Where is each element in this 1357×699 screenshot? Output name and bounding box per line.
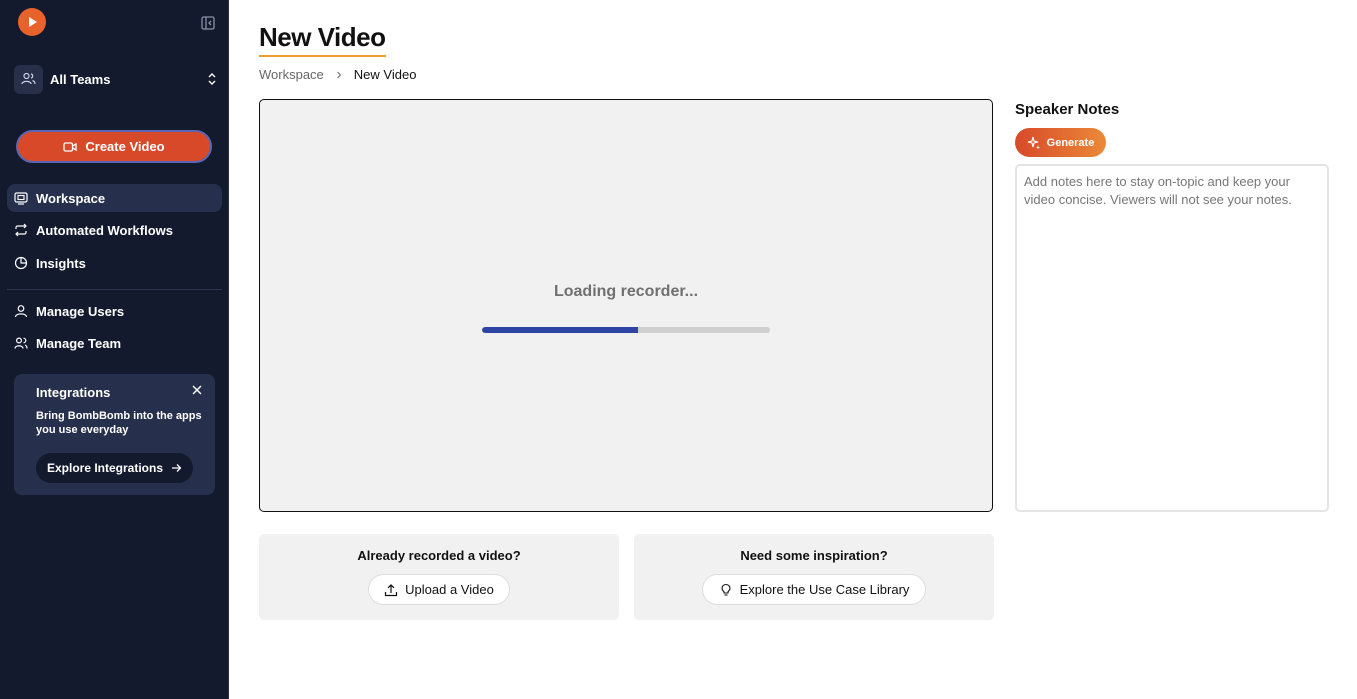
explore-integrations-button[interactable]: Explore Integrations <box>36 453 193 483</box>
sparkle-icon <box>1027 136 1040 149</box>
nav-item-insights[interactable]: Insights <box>7 249 222 277</box>
loading-progress-bar <box>482 327 770 333</box>
lightbulb-icon <box>721 583 731 596</box>
nav-label: Workspace <box>36 190 106 206</box>
logo-play-icon[interactable] <box>18 8 46 36</box>
nav-label: Manage Team <box>36 335 122 351</box>
explore-use-case-library-button[interactable]: Explore the Use Case Library <box>702 574 926 605</box>
nav-item-workspace[interactable]: Workspace <box>7 184 222 212</box>
chevron-right-icon <box>336 71 342 78</box>
video-camera-icon <box>63 141 78 152</box>
breadcrumb-current: New Video <box>353 67 417 82</box>
upload-video-label: Upload a Video <box>405 582 494 597</box>
pie-chart-icon <box>14 256 28 270</box>
inspiration-card: Need some inspiration? Explore the Use C… <box>634 534 994 620</box>
user-icon <box>14 305 28 318</box>
integrations-panel: Integrations Bring BombBomb into the app… <box>14 374 215 495</box>
upload-card-title: Already recorded a video? <box>357 548 521 563</box>
create-video-label: Create Video <box>85 139 165 154</box>
generate-button[interactable]: Generate <box>1015 128 1106 157</box>
breadcrumb: Workspace New Video <box>259 67 416 82</box>
explore-integrations-label: Explore Integrations <box>46 461 164 475</box>
speaker-notes-title: Speaker Notes <box>1015 101 1120 118</box>
users-icon <box>14 64 43 94</box>
arrow-right-icon <box>172 464 182 472</box>
breadcrumb-workspace[interactable]: Workspace <box>259 67 324 82</box>
nav-label: Manage Users <box>36 303 125 319</box>
page-title: New Video <box>259 22 386 57</box>
collapse-sidebar-icon[interactable] <box>200 15 216 31</box>
nav-item-manage-users[interactable]: Manage Users <box>7 297 222 325</box>
generate-label: Generate <box>1046 136 1095 149</box>
sidebar: All Teams Create Video Workspace Automat… <box>0 0 229 699</box>
close-icon[interactable] <box>192 385 202 395</box>
inspiration-card-title: Need some inspiration? <box>740 548 888 563</box>
team-switcher[interactable]: All Teams <box>14 63 218 95</box>
progress-fill <box>482 327 638 333</box>
nav-item-manage-team[interactable]: Manage Team <box>7 329 222 357</box>
nav-label: Insights <box>36 255 86 271</box>
nav-item-automated-workflows[interactable]: Automated Workflows <box>7 216 222 244</box>
speaker-notes-input[interactable] <box>1015 164 1329 512</box>
upload-card: Already recorded a video? Upload a Video <box>259 534 619 620</box>
team-name: All Teams <box>50 71 111 87</box>
create-video-button[interactable]: Create Video <box>16 130 212 163</box>
upload-icon <box>385 583 398 596</box>
integrations-title: Integrations <box>36 385 111 400</box>
upload-video-button[interactable]: Upload a Video <box>368 574 510 605</box>
loading-text: Loading recorder... <box>553 283 699 300</box>
nav-label: Automated Workflows <box>36 222 173 238</box>
video-recorder: Loading recorder... <box>259 99 993 512</box>
team-icon <box>14 337 28 349</box>
integrations-description: Bring BombBomb into the apps you use eve… <box>36 410 202 436</box>
explore-use-case-library-label: Explore the Use Case Library <box>739 582 910 597</box>
nav-divider <box>7 289 222 290</box>
workflow-arrows-icon <box>15 223 27 237</box>
chevron-up-down-icon <box>208 73 216 85</box>
workspace-icon <box>14 192 28 205</box>
